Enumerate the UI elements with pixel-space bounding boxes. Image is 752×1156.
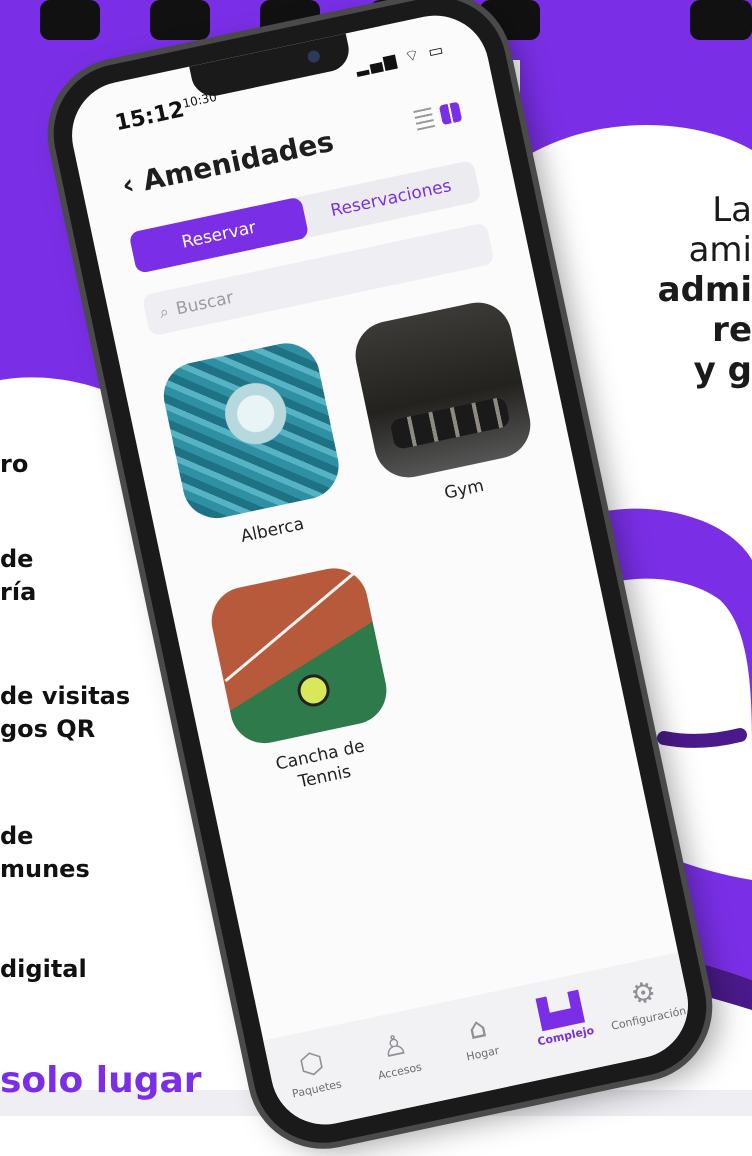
promo-line-5: y g — [693, 350, 752, 390]
feature-item: de visitas — [0, 682, 131, 710]
feature-item: de — [0, 545, 34, 573]
tab-complejo[interactable]: ▙▟ Complejo — [518, 988, 606, 1051]
page-title: ‹ Amenidades — [119, 125, 336, 202]
view-toggle — [413, 101, 463, 131]
time-label: 15:12 — [112, 97, 187, 137]
gym-image — [349, 296, 537, 484]
right-promo-text: La ami admi re y g — [592, 190, 752, 390]
tab-configuracion[interactable]: ⚙ Configuración — [601, 970, 689, 1033]
search-placeholder: Buscar — [174, 287, 236, 320]
tab-reservar[interactable]: Reservar — [128, 196, 310, 275]
tab-reservaciones[interactable]: Reservaciones — [301, 160, 482, 238]
wifi-icon: ⌔ — [402, 44, 424, 67]
feature-item: ro — [0, 450, 29, 478]
tab-paquetes[interactable]: ⬡ Paquetes — [269, 1041, 357, 1104]
time-small-label: 10:30 — [181, 89, 219, 111]
tab-label: Paquetes — [290, 1076, 343, 1101]
promo-line-1: La — [712, 190, 752, 230]
feature-item: ría — [0, 578, 37, 606]
promo-line-2: ami — [688, 230, 752, 270]
tab-label: Hogar — [465, 1043, 501, 1064]
feature-item: gos QR — [0, 715, 96, 743]
list-view-icon[interactable] — [413, 107, 436, 131]
amenity-card-tennis[interactable]: Cancha de Tennis — [205, 562, 404, 804]
promo-line-3: admi — [657, 270, 752, 310]
tennis-court-image — [205, 562, 393, 750]
feature-item: digital — [0, 955, 87, 983]
tab-hogar[interactable]: ⌂ Hogar — [435, 1005, 523, 1068]
status-time: 15:1210:30 — [113, 90, 221, 137]
page-title-label: Amenidades — [139, 124, 337, 198]
feature-item: de — [0, 822, 34, 850]
gear-icon: ⚙ — [627, 973, 659, 1012]
promo-line-4: re — [712, 310, 752, 350]
tab-label: Accesos — [376, 1059, 423, 1082]
camera-icon — [306, 49, 321, 64]
amenity-card-gym[interactable]: Gym — [349, 296, 543, 517]
feature-item: munes — [0, 855, 90, 883]
user-key-icon: ♙ — [378, 1026, 411, 1065]
package-icon: ⬡ — [296, 1044, 327, 1082]
home-icon: ⌂ — [465, 1009, 490, 1046]
back-button[interactable]: ‹ — [119, 167, 137, 202]
tab-accesos[interactable]: ♙ Accesos — [352, 1023, 440, 1086]
grid-view-icon[interactable] — [438, 101, 463, 126]
search-icon: ⌕ — [157, 301, 171, 322]
signal-icon: ▂▄▆ — [353, 49, 400, 77]
status-icons: ▂▄▆ ⌔ ▭ — [354, 39, 447, 78]
amenity-card-alberca[interactable]: Alberca — [157, 337, 352, 558]
buildings-icon: ▙▟ — [535, 989, 585, 1031]
battery-icon: ▭ — [426, 39, 447, 62]
tagline: solo lugar — [0, 1060, 202, 1101]
pool-image — [157, 337, 345, 525]
